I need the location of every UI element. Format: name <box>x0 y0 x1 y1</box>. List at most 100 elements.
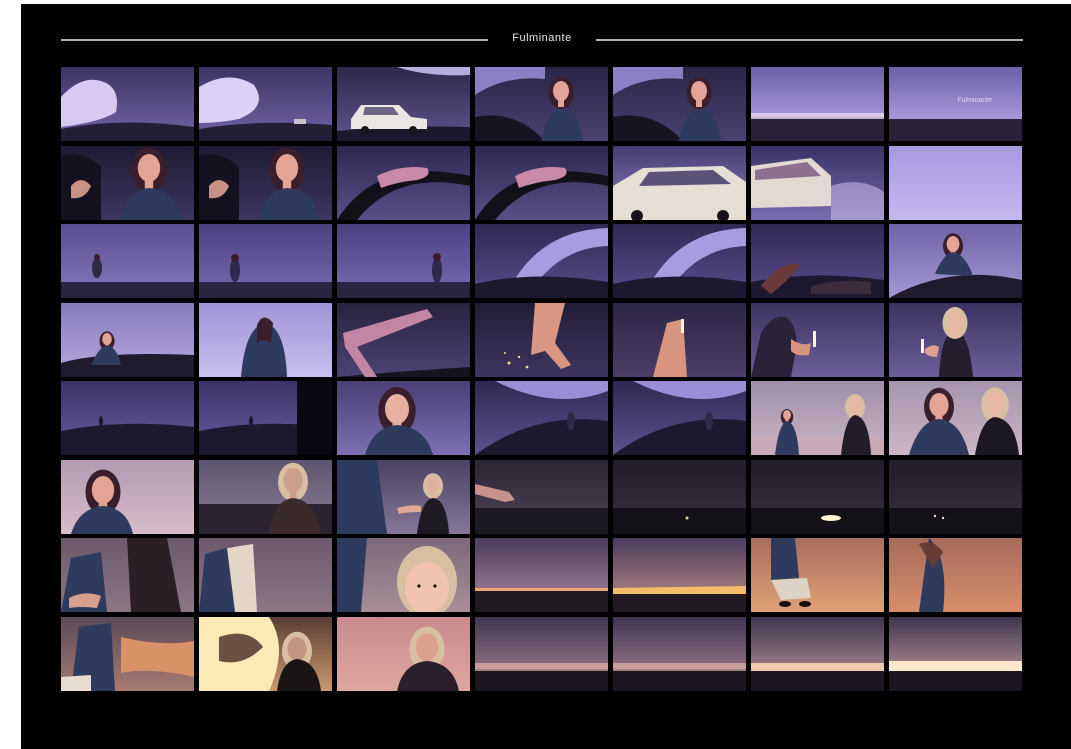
frame-illustration <box>337 145 470 220</box>
storyboard-frame <box>613 459 746 534</box>
frame-illustration <box>61 538 194 612</box>
frame-illustration <box>475 302 608 377</box>
frame-illustration <box>889 145 1022 220</box>
frame-illustration <box>61 145 194 220</box>
storyboard-frame <box>337 459 470 534</box>
frame-illustration <box>751 616 884 691</box>
frame-illustration <box>751 145 884 220</box>
title-rule-right <box>596 39 1023 41</box>
storyboard-frame <box>613 224 746 298</box>
frame-illustration <box>889 459 1022 534</box>
storyboard-frame <box>199 616 332 691</box>
storyboard-frame <box>751 538 884 612</box>
storyboard-frame <box>475 538 608 612</box>
storyboard-frame <box>61 302 194 377</box>
storyboard-frame <box>475 616 608 691</box>
frame-illustration <box>613 381 746 455</box>
frame-illustration <box>475 381 608 455</box>
storyboard-frame <box>889 145 1022 220</box>
frame-illustration <box>751 381 884 455</box>
storyboard-frame <box>61 224 194 298</box>
storyboard-frame <box>337 302 470 377</box>
frame-illustration <box>613 538 746 612</box>
frame-illustration <box>199 381 332 455</box>
frame-illustration <box>889 67 1022 141</box>
frame-illustration <box>475 616 608 691</box>
storyboard-frame <box>337 67 470 141</box>
frame-illustration <box>613 145 746 220</box>
frame-illustration <box>475 538 608 612</box>
frame-illustration <box>751 224 884 298</box>
storyboard-frame <box>613 302 746 377</box>
frame-illustration <box>199 224 332 298</box>
frame-illustration <box>889 381 1022 455</box>
frame-illustration <box>199 67 332 141</box>
storyboard-frame <box>613 145 746 220</box>
frame-illustration <box>61 459 194 534</box>
storyboard-frame <box>889 302 1022 377</box>
frame-illustration <box>337 538 470 612</box>
storyboard-frame <box>61 145 194 220</box>
frame-illustration <box>613 616 746 691</box>
frame-illustration <box>337 381 470 455</box>
storyboard-frame <box>199 224 332 298</box>
storyboard-frame <box>613 538 746 612</box>
frame-illustration <box>751 459 884 534</box>
frame-illustration <box>337 67 470 141</box>
frame-illustration <box>613 302 746 377</box>
frame-illustration <box>199 616 332 691</box>
title-rule-left <box>61 39 488 41</box>
storyboard-frame <box>475 145 608 220</box>
storyboard-frame <box>337 538 470 612</box>
storyboard-frame <box>199 538 332 612</box>
storyboard-frame <box>613 616 746 691</box>
frame-illustration <box>613 459 746 534</box>
storyboard-frame: Fulminante <box>889 67 1022 141</box>
frame-illustration <box>61 616 194 691</box>
frame-illustration <box>751 67 884 141</box>
storyboard-frame <box>61 67 194 141</box>
storyboard-frame <box>199 67 332 141</box>
frame-illustration <box>199 145 332 220</box>
storyboard-frame <box>475 459 608 534</box>
frame-illustration <box>889 538 1022 612</box>
storyboard-frame <box>61 459 194 534</box>
storyboard-frame <box>751 224 884 298</box>
frame-illustration <box>337 224 470 298</box>
frame-illustration <box>61 67 194 141</box>
frame-illustration <box>337 302 470 377</box>
storyboard-frame <box>199 145 332 220</box>
storyboard-frame <box>199 302 332 377</box>
frame-illustration <box>475 224 608 298</box>
sheet-title: Fulminante <box>512 32 572 44</box>
frame-illustration <box>751 538 884 612</box>
frame-illustration <box>475 67 608 141</box>
storyboard-frame <box>889 459 1022 534</box>
storyboard-frame <box>337 616 470 691</box>
storyboard-frame <box>475 381 608 455</box>
storyboard-grid: Fulminante <box>61 67 1026 695</box>
storyboard-frame <box>889 538 1022 612</box>
frame-illustration <box>889 302 1022 377</box>
storyboard-frame <box>751 459 884 534</box>
frame-illustration <box>475 459 608 534</box>
frame-illustration <box>199 302 332 377</box>
storyboard-frame <box>475 67 608 141</box>
frame-illustration <box>613 67 746 141</box>
storyboard-frame <box>337 381 470 455</box>
storyboard-frame <box>61 381 194 455</box>
storyboard-frame <box>613 381 746 455</box>
storyboard-frame <box>751 302 884 377</box>
frame-illustration <box>61 224 194 298</box>
storyboard-frame <box>199 381 332 455</box>
storyboard-frame <box>751 616 884 691</box>
storyboard-frame <box>613 67 746 141</box>
storyboard-frame <box>337 224 470 298</box>
storyboard-frame <box>751 381 884 455</box>
frame-illustration <box>337 616 470 691</box>
storyboard-frame <box>751 67 884 141</box>
frame-illustration <box>61 302 194 377</box>
frame-caption: Fulminante <box>957 97 992 104</box>
frame-illustration <box>61 381 194 455</box>
contact-sheet: Fulminante Fulminante <box>21 4 1071 749</box>
